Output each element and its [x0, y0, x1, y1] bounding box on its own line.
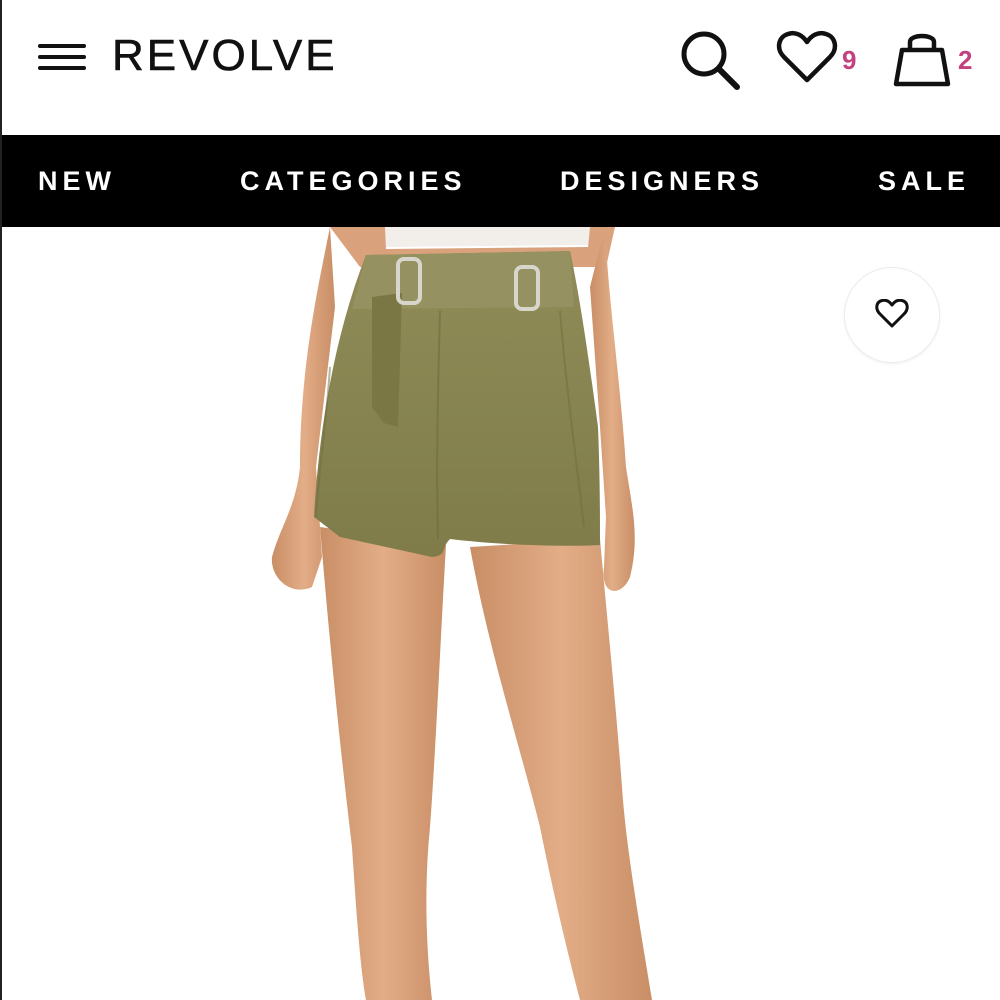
add-to-favorites-button[interactable]	[844, 267, 940, 363]
site-header: REVOLVE 9 2	[0, 0, 1000, 135]
left-edge-divider	[0, 0, 2, 1000]
nav-item-new[interactable]: NEW	[38, 165, 116, 197]
site-logo[interactable]: REVOLVE	[112, 31, 338, 80]
search-icon[interactable]	[676, 26, 744, 92]
shopping-bag-icon[interactable]	[890, 26, 954, 90]
revolve-mobile-page: REVOLVE 9 2 NEW CATEGORIES DESIGNERS SAL…	[0, 0, 1000, 1000]
wishlist-heart-icon[interactable]	[776, 30, 842, 86]
hamburger-menu-icon[interactable]	[36, 40, 88, 74]
nav-item-designers[interactable]: DESIGNERS	[560, 165, 764, 197]
nav-item-categories[interactable]: CATEGORIES	[240, 165, 467, 197]
main-nav: NEW CATEGORIES DESIGNERS SALE	[0, 135, 1000, 227]
wishlist-count-badge: 9	[842, 45, 857, 75]
product-image-area[interactable]	[0, 227, 1000, 1000]
heart-outline-icon	[875, 299, 909, 328]
bag-count-badge: 2	[958, 45, 973, 75]
nav-item-sale[interactable]: SALE	[878, 165, 970, 197]
product-photo	[271, 227, 652, 1000]
